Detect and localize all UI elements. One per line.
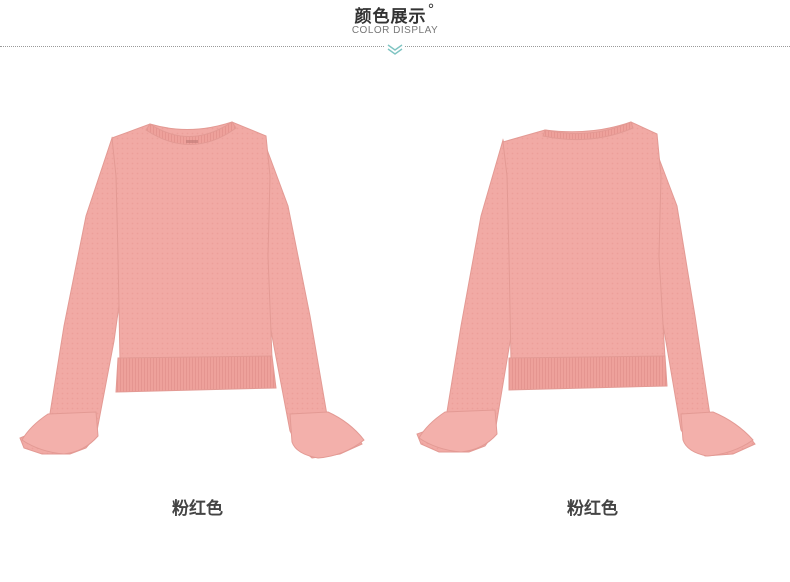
color-label-front: 粉红色 <box>172 499 223 519</box>
color-label-back: 粉红色 <box>567 499 618 519</box>
chevron-down-icon <box>385 42 405 56</box>
section-title-mark: ° <box>427 2 436 18</box>
section-title-text: 颜色展示 <box>354 7 427 27</box>
section-subtitle: COLOR DISPLAY <box>351 25 439 36</box>
product-image-back <box>395 96 790 496</box>
section-header: 颜色展示° COLOR DISPLAY <box>0 0 790 60</box>
product-image-front <box>0 96 395 496</box>
section-title: 颜色展示° <box>0 2 790 27</box>
